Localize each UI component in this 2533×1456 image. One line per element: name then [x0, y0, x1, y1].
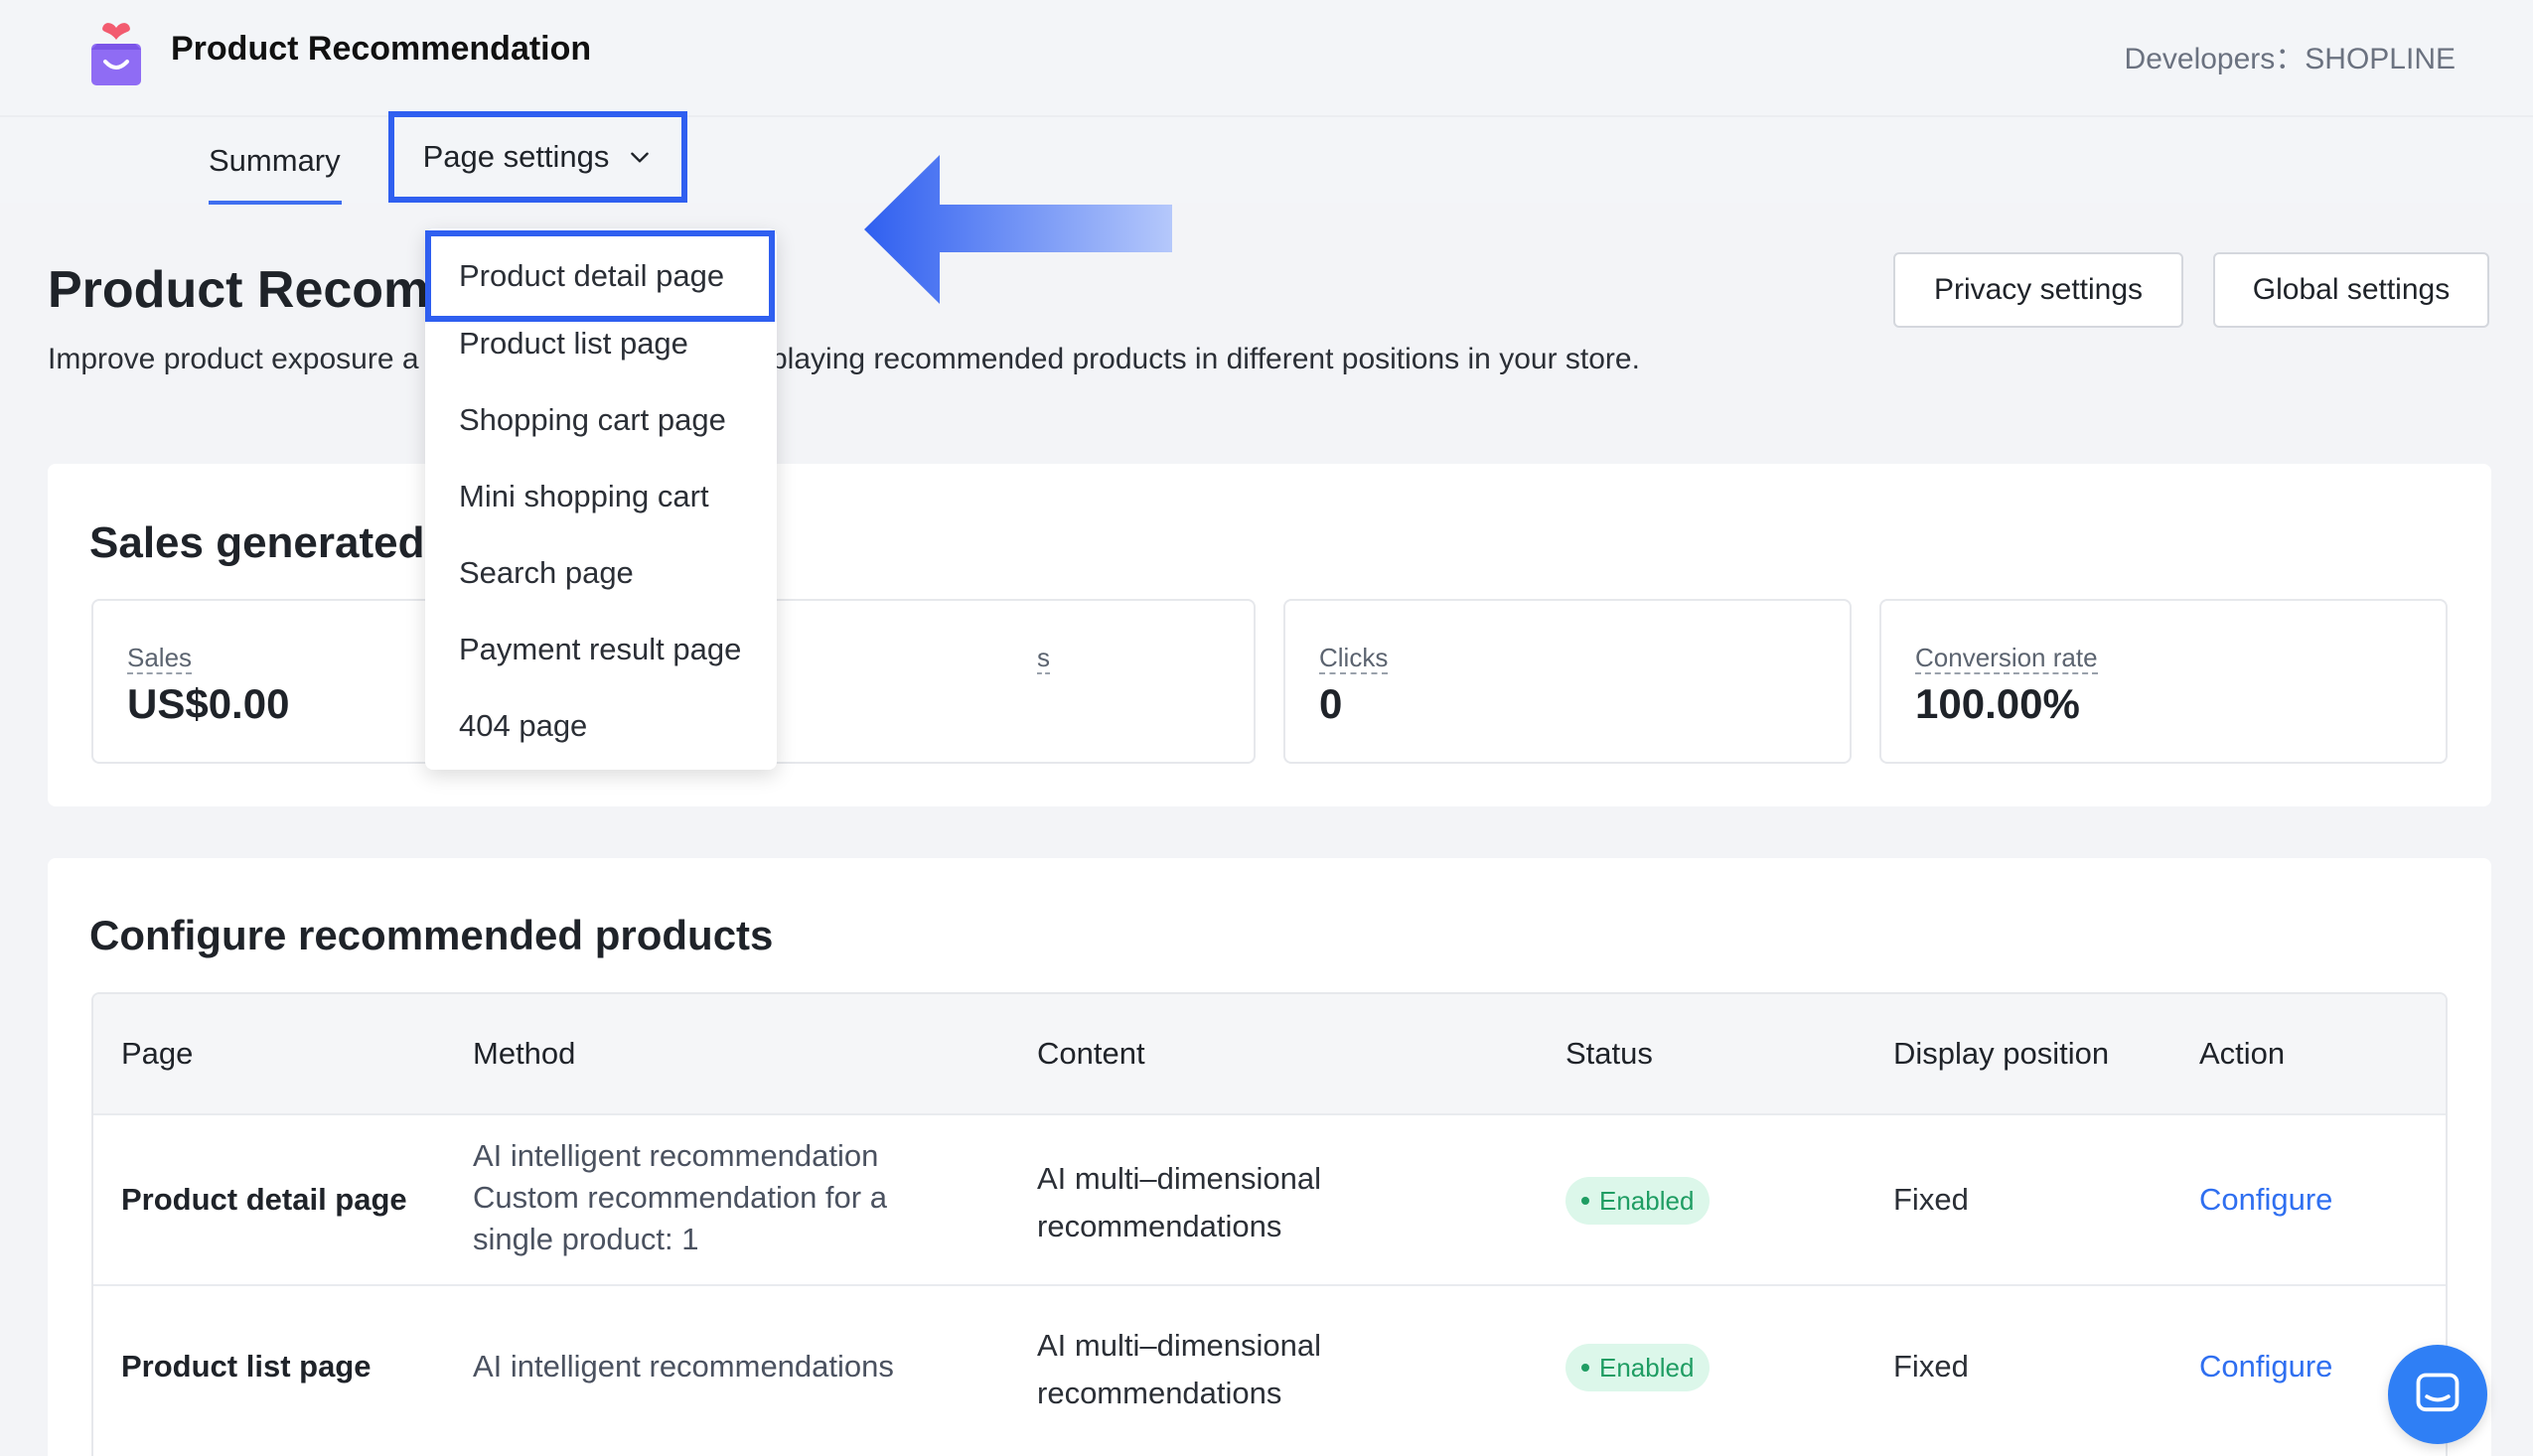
column-header: Page — [121, 1036, 194, 1071]
column-header: Display position — [1893, 1036, 2110, 1071]
chevron-down-icon — [631, 152, 650, 163]
developers-label: Developers：SHOPLINE — [2124, 43, 2456, 75]
stat-label: Sales — [127, 643, 193, 674]
stat-conversion-rate: Conversion rate 100.00% — [1879, 599, 2448, 764]
stat-value: US$0.00 — [127, 680, 290, 727]
dropdown-item-search[interactable]: Search page — [459, 555, 634, 591]
tab-bar: Summary — [0, 117, 2533, 205]
stat-value: 0 — [1319, 680, 1343, 727]
dropdown-item-product-list[interactable]: Product list page — [459, 326, 688, 362]
shopping-bag-heart-icon — [87, 20, 145, 87]
tab-page-settings[interactable]: Page settings — [388, 111, 687, 203]
column-header: Method — [473, 1036, 576, 1071]
app-header: Product Recommendation Developers：SHOPLI… — [0, 0, 2533, 117]
dropdown-item-404[interactable]: 404 page — [459, 708, 587, 744]
stat-label: Conversion rate — [1915, 643, 2098, 674]
dropdown-item-label: Product detail page — [459, 258, 725, 293]
column-header: Status — [1565, 1036, 1653, 1071]
row-method: AI intelligent recommendations — [473, 1346, 894, 1387]
row-page: Product list page — [121, 1349, 372, 1383]
row-method: AI intelligent recommendation Custom rec… — [473, 1135, 887, 1260]
status-dot-icon — [1581, 1364, 1589, 1372]
tab-page-settings-label: Page settings — [422, 139, 610, 174]
method-line: Custom recommendation for a — [473, 1180, 887, 1215]
tab-summary[interactable]: Summary — [209, 143, 341, 179]
content-line: AI multi–dimensional — [1037, 1328, 1322, 1363]
column-header: Action — [2199, 1036, 2286, 1071]
column-header: Content — [1037, 1036, 1145, 1071]
stat-clicks: Clicks 0 — [1283, 599, 1852, 764]
status-label: Enabled — [1599, 1185, 1695, 1216]
table-row: Product detail page AI intelligent recom… — [93, 1113, 2446, 1284]
row-content: AI multi–dimensional recommendations — [1037, 1322, 1321, 1417]
row-content: AI multi–dimensional recommendations — [1037, 1155, 1321, 1250]
page-subtitle: Improve product exposure a — [48, 343, 419, 375]
status-badge: Enabled — [1565, 1177, 1711, 1225]
content-line: recommendations — [1037, 1376, 1282, 1410]
active-tab-indicator — [209, 201, 342, 205]
method-line: AI intelligent recommendations — [473, 1349, 894, 1383]
chat-button[interactable] — [2388, 1345, 2487, 1444]
arrow-annotation-icon — [864, 155, 1172, 304]
recommendations-table: Page Method Content Status Display posit… — [91, 992, 2448, 1456]
app-title: Product Recommendation — [171, 30, 592, 68]
sales-heading: Sales generated — [89, 518, 425, 567]
row-page: Product detail page — [121, 1182, 407, 1217]
row-position: Fixed — [1893, 1349, 1969, 1383]
global-settings-button[interactable]: Global settings — [2213, 252, 2489, 328]
dropdown-item-mini-cart[interactable]: Mini shopping cart — [459, 479, 709, 514]
stat-views: s — [707, 599, 1256, 764]
configure-link[interactable]: Configure — [2199, 1346, 2332, 1387]
status-label: Enabled — [1599, 1352, 1695, 1383]
stat-value: 100.00% — [1915, 680, 2080, 727]
method-line: single product: 1 — [473, 1222, 699, 1256]
sales-card: Sales generated Sales US$0.00 s Clicks 0… — [48, 464, 2491, 806]
content-line: AI multi–dimensional — [1037, 1161, 1322, 1196]
table-row: Product list page AI intelligent recomme… — [93, 1284, 2446, 1456]
dropdown-item-shopping-cart[interactable]: Shopping cart page — [459, 402, 726, 438]
dropdown-item-payment-result[interactable]: Payment result page — [459, 632, 741, 667]
configure-link[interactable]: Configure — [2199, 1179, 2332, 1221]
chat-bubble-icon — [2416, 1373, 2459, 1412]
stat-label: Clicks — [1319, 643, 1389, 674]
status-badge: Enabled — [1565, 1344, 1711, 1391]
privacy-settings-button[interactable]: Privacy settings — [1893, 252, 2183, 328]
dropdown-item-product-detail[interactable]: Product detail page — [425, 230, 775, 322]
table-header: Page Method Content Status Display posit… — [93, 994, 2446, 1113]
stat-label: s — [1037, 643, 1050, 674]
page-title: Product Recom — [48, 261, 430, 319]
configure-card: Configure recommended products Page Meth… — [48, 858, 2491, 1456]
row-position: Fixed — [1893, 1182, 1969, 1217]
status-dot-icon — [1581, 1197, 1589, 1205]
method-line: AI intelligent recommendation — [473, 1138, 879, 1173]
content-line: recommendations — [1037, 1209, 1282, 1243]
page-subtitle-continued: playing recommended products in differen… — [771, 343, 1640, 375]
configure-heading: Configure recommended products — [89, 912, 774, 958]
